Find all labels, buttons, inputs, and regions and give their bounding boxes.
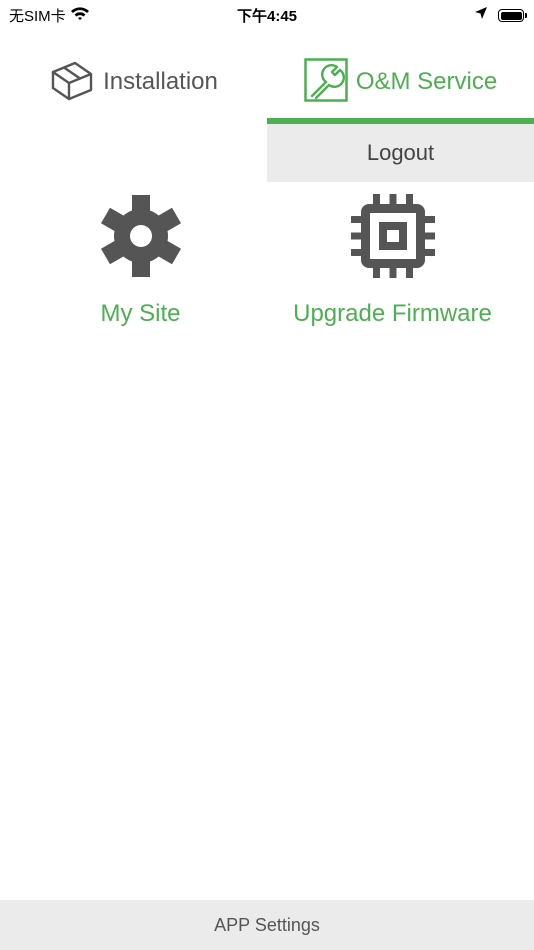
- top-tabs: Installation O&M Service: [0, 52, 534, 124]
- wrench-icon: [304, 57, 348, 107]
- logout-button[interactable]: Logout: [267, 124, 534, 182]
- status-time: 下午4:45: [236, 8, 298, 25]
- my-site-label: My Site: [100, 300, 181, 327]
- my-site-tile[interactable]: My Site: [7, 188, 274, 348]
- tab-installation[interactable]: Installation: [0, 52, 267, 112]
- tab-label: Installation: [103, 68, 218, 95]
- gear-icon: [99, 194, 183, 278]
- tab-label: O&M Service: [355, 68, 498, 95]
- battery-icon: [498, 9, 527, 22]
- box-icon: [49, 57, 95, 108]
- location-arrow-icon: [474, 6, 488, 25]
- status-bar: 无SIM卡 下午4:45: [0, 0, 534, 28]
- upgrade-firmware-tile[interactable]: Upgrade Firmware: [259, 188, 526, 348]
- status-right: [474, 6, 527, 25]
- tab-om-service[interactable]: O&M Service: [267, 52, 534, 112]
- chip-icon: [350, 194, 435, 278]
- app-settings-button[interactable]: APP Settings: [0, 900, 534, 950]
- upgrade-firmware-label: Upgrade Firmware: [293, 300, 492, 327]
